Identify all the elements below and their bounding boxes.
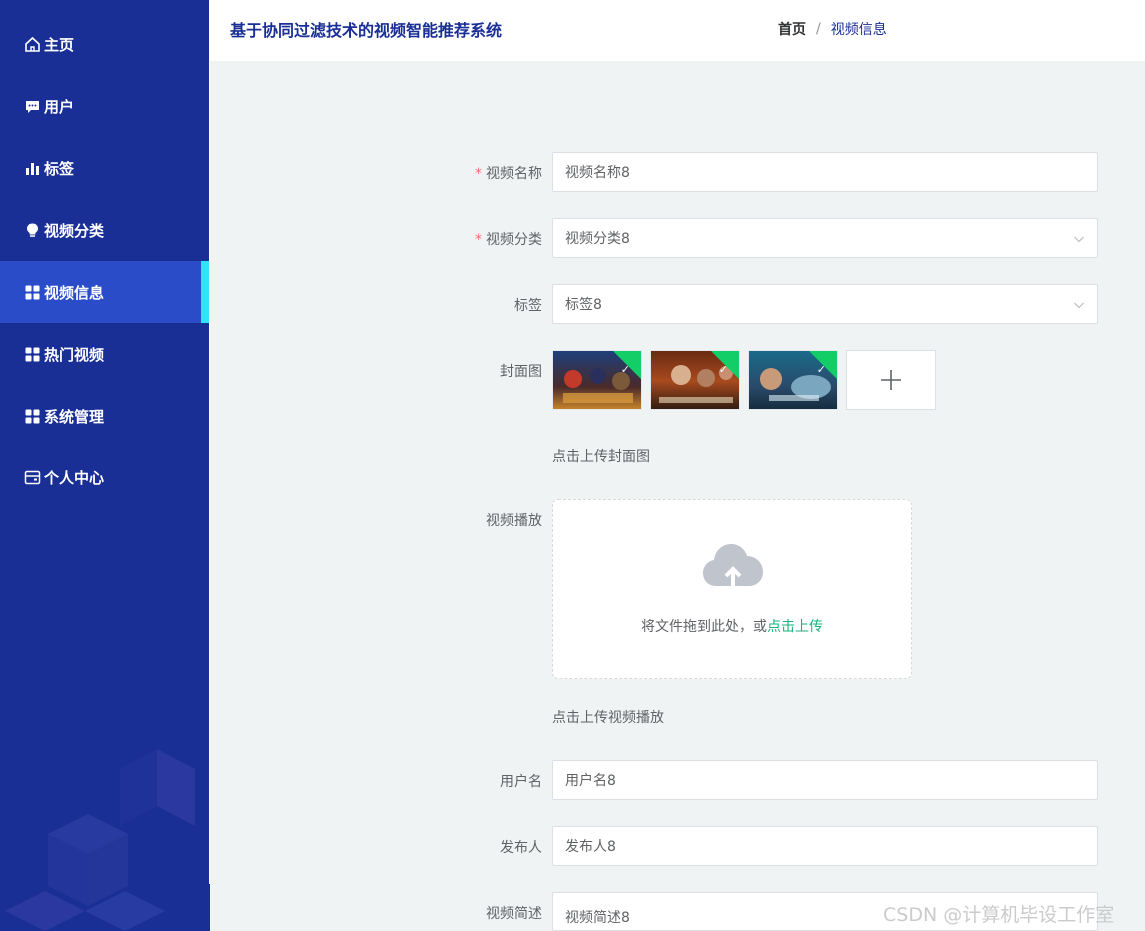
lightbulb-icon — [24, 222, 41, 239]
cover-image-1[interactable]: ✓ — [552, 350, 642, 410]
sidebar-item-label: 视频分类 — [44, 221, 105, 240]
publisher-label: 发布人 — [500, 840, 542, 856]
cover-label: 封面图 — [500, 364, 542, 380]
sidebar-item-video-info[interactable]: 视频信息 — [0, 261, 209, 323]
chat-icon — [24, 98, 41, 115]
cover-image-2[interactable]: ✓ — [650, 350, 740, 410]
sidebar: 主页 用户 标签 视频分类 视频信息 热门视频 系统管理 个人中心 — [0, 0, 210, 931]
breadcrumb: 首页 / 视频信息 — [778, 19, 887, 39]
sidebar-item-label: 主页 — [44, 35, 75, 54]
sidebar-item-hot-videos[interactable]: 热门视频 — [0, 323, 209, 385]
video-play-tip: 点击上传视频播放 — [552, 710, 664, 726]
check-icon: ✓ — [620, 363, 630, 376]
tag-select[interactable]: 标签8 — [552, 284, 1098, 324]
sidebar-item-label: 热门视频 — [44, 345, 105, 364]
chevron-down-icon — [1074, 302, 1084, 309]
wallet-icon — [24, 469, 41, 486]
sidebar-item-system[interactable]: 系统管理 — [0, 385, 209, 447]
cloud-upload-icon — [703, 544, 763, 586]
grid-icon — [24, 408, 41, 425]
sidebar-item-label: 用户 — [44, 97, 75, 116]
sidebar-item-users[interactable]: 用户 — [0, 75, 209, 137]
check-icon: ✓ — [816, 363, 826, 376]
video-name-input[interactable]: 视频名称8 — [552, 152, 1098, 192]
breadcrumb-current: 视频信息 — [830, 22, 887, 38]
sidebar-item-label: 个人中心 — [44, 468, 105, 487]
sidebar-edge — [209, 0, 210, 884]
top-header: 基于协同过滤技术的视频智能推荐系统 首页 / 视频信息 — [210, 0, 1145, 61]
video-play-label: 视频播放 — [486, 513, 542, 529]
username-label: 用户名 — [500, 774, 542, 790]
sidebar-item-label: 系统管理 — [44, 407, 105, 426]
bar-chart-icon — [24, 160, 41, 177]
grid-icon — [24, 346, 41, 363]
decorative-cubes — [5, 749, 195, 931]
home-icon — [24, 36, 41, 53]
plus-icon — [881, 370, 901, 390]
dropzone-text: 将文件拖到此处，或点击上传 — [641, 619, 823, 635]
grid-icon — [24, 284, 41, 301]
add-cover-button[interactable] — [846, 350, 936, 410]
sidebar-item-profile[interactable]: 个人中心 — [0, 446, 209, 508]
sidebar-item-tags[interactable]: 标签 — [0, 137, 209, 199]
app-title: 基于协同过滤技术的视频智能推荐系统 — [230, 21, 503, 40]
video-name-label: * 视频名称 — [475, 166, 542, 182]
watermark: CSDN @计算机毕设工作室 — [883, 904, 1115, 926]
video-category-label: * 视频分类 — [475, 232, 542, 248]
cover-image-3[interactable]: ✓ — [748, 350, 838, 410]
video-upload-dropzone[interactable]: 将文件拖到此处，或点击上传 — [552, 499, 912, 679]
check-icon: ✓ — [718, 363, 728, 376]
breadcrumb-home[interactable]: 首页 — [778, 19, 806, 39]
sidebar-item-video-category[interactable]: 视频分类 — [0, 199, 209, 261]
description-label: 视频简述 — [486, 906, 542, 922]
sidebar-item-label: 视频信息 — [44, 283, 105, 302]
breadcrumb-separator: / — [816, 21, 821, 37]
publisher-input[interactable]: 发布人8 — [552, 826, 1098, 866]
username-input[interactable]: 用户名8 — [552, 760, 1098, 800]
click-upload-link[interactable]: 点击上传 — [767, 619, 823, 635]
tag-label: 标签 — [514, 298, 542, 314]
sidebar-item-label: 标签 — [44, 159, 75, 178]
cover-tip: 点击上传封面图 — [552, 449, 650, 465]
video-category-select[interactable]: 视频分类8 — [552, 218, 1098, 258]
sidebar-item-home[interactable]: 主页 — [0, 13, 209, 75]
chevron-down-icon — [1074, 236, 1084, 243]
